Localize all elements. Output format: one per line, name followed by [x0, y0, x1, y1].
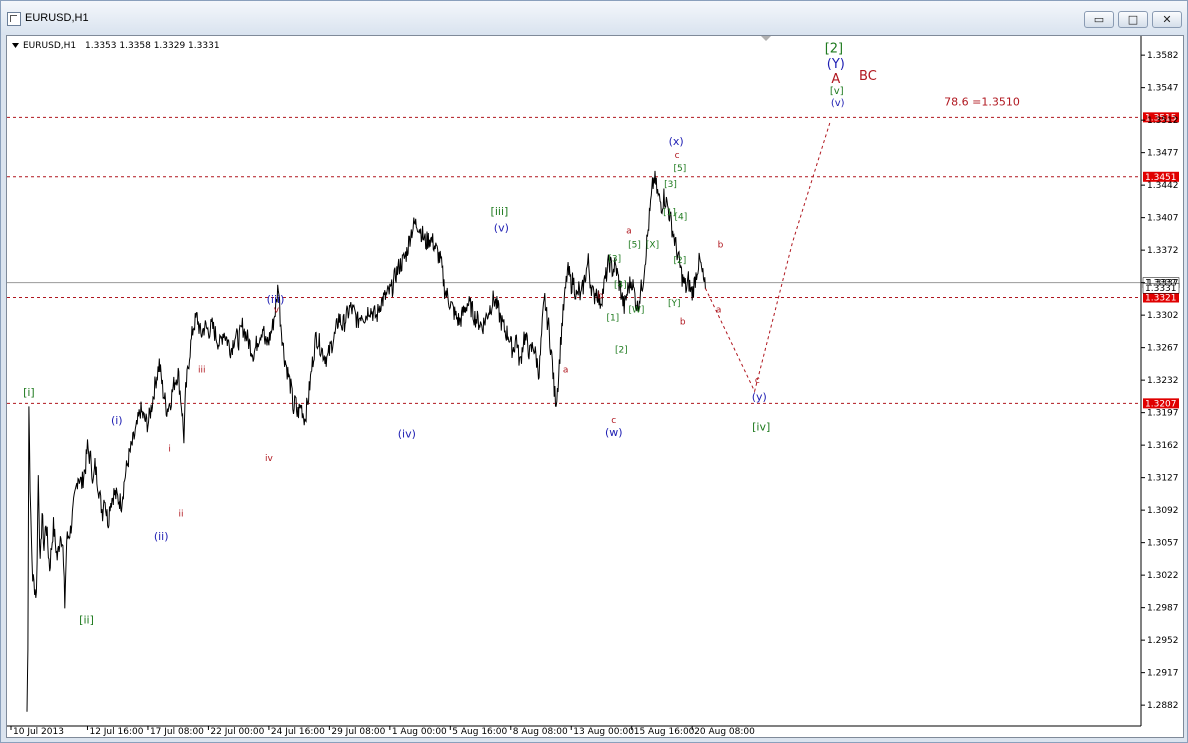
- restore-button[interactable]: □: [1118, 11, 1148, 28]
- wave-label: c: [611, 416, 616, 426]
- wave-label: b: [680, 317, 686, 327]
- wave-label: [4]: [614, 280, 627, 290]
- x-tick-label: 13 Aug 00:00: [573, 727, 634, 737]
- wave-label: b: [598, 291, 604, 301]
- wave-label: [Y]: [668, 299, 681, 309]
- y-tick-label: 1.2987: [1147, 604, 1179, 614]
- fib-label: 78.6 =1.3510: [944, 95, 1020, 108]
- wave-label: (x): [669, 135, 684, 148]
- y-tick-label: 1.3092: [1147, 506, 1179, 516]
- wave-label: c: [675, 151, 680, 161]
- wave-label: [3]: [608, 254, 621, 264]
- title-bar[interactable]: EURUSD,H1 ▭ □ ✕: [1, 1, 1187, 35]
- y-tick-label: 1.3302: [1147, 311, 1179, 321]
- wave-label: [1]: [606, 314, 619, 324]
- y-tick-label: 1.3162: [1147, 441, 1179, 451]
- y-tick-label: 1.3442: [1147, 181, 1179, 191]
- wave-label: a: [563, 366, 569, 376]
- wave-label: [5]: [674, 164, 687, 174]
- chart-shift-marker-icon[interactable]: [761, 36, 771, 41]
- wave-label: (w): [605, 426, 623, 439]
- wave-label: (v): [831, 98, 845, 109]
- wave-label: iii: [198, 366, 206, 376]
- y-tick-label: 1.3127: [1147, 474, 1179, 484]
- x-tick-label: 15 Aug 16:00: [634, 727, 695, 737]
- y-tick-label: 1.3582: [1147, 51, 1179, 61]
- wave-label: (ii): [154, 530, 169, 543]
- wave-label: [iv]: [752, 420, 770, 433]
- y-tick-label: 1.3372: [1147, 246, 1179, 256]
- projection-path: [704, 121, 831, 393]
- wave-label: [W]: [628, 305, 644, 315]
- x-tick-label: 20 Aug 08:00: [694, 727, 755, 737]
- wave-label: BC: [859, 69, 877, 84]
- chart-window: EURUSD,H1 ▭ □ ✕ 1.3515 1.3451 1.3321 1.3207…: [0, 0, 1188, 743]
- dropdown-triangle-icon[interactable]: [12, 43, 19, 48]
- wave-label: [i]: [23, 386, 35, 399]
- y-tick-label: 1.2917: [1147, 669, 1179, 679]
- x-tick-label: 10 Jul 2013: [13, 727, 64, 737]
- y-tick-label: 1.3407: [1147, 214, 1179, 224]
- x-tick-label: 22 Jul 00:00: [210, 727, 264, 737]
- wave-label: b: [718, 240, 724, 250]
- wave-label: [v]: [830, 86, 844, 97]
- chart-symbol: EURUSD,H1: [23, 41, 76, 51]
- x-tick-label: 1 Aug 00:00: [392, 727, 447, 737]
- wave-label: ii: [179, 510, 184, 520]
- wave-label: A: [831, 72, 840, 87]
- y-tick-label: 1.3477: [1147, 149, 1179, 159]
- y-tick-label: 1.3197: [1147, 409, 1179, 419]
- wave-label: (i): [111, 414, 123, 427]
- wave-label: [2]: [615, 345, 628, 355]
- y-tick-label: 1.3232: [1147, 376, 1179, 386]
- wave-label: a: [716, 305, 722, 315]
- wave-label: v: [274, 305, 280, 315]
- wave-label: [2]: [825, 41, 843, 56]
- y-tick-label: 1.3057: [1147, 539, 1179, 549]
- x-tick-label: 29 Jul 08:00: [331, 727, 385, 737]
- y-tick-label: 1.3547: [1147, 84, 1179, 94]
- price-chart[interactable]: 1.35151.34511.33211.32071.33371.3331 78.…: [7, 36, 1183, 737]
- minimize-button[interactable]: ▭: [1084, 11, 1114, 28]
- y-tick-label: 1.2882: [1147, 701, 1179, 711]
- wave-label: (iv): [398, 428, 416, 441]
- wave-label: [3]: [664, 180, 677, 190]
- wave-label: [X]: [646, 240, 659, 250]
- wave-label: (iii): [267, 293, 285, 306]
- y-tick-label: 1.3337: [1147, 279, 1179, 289]
- wave-label: (Y): [827, 57, 845, 72]
- y-tick-label: 1.3512: [1147, 116, 1179, 126]
- wave-label: [4]: [674, 213, 687, 223]
- wave-label: iv: [265, 454, 274, 464]
- y-tick-label: 1.2952: [1147, 636, 1179, 646]
- chart-window-icon: [7, 12, 21, 26]
- wave-label: [5]: [628, 240, 641, 250]
- wave-label: (v): [494, 222, 509, 235]
- price-series-line: [26, 170, 706, 712]
- chart-area[interactable]: 1.35151.34511.33211.32071.33371.3331 78.…: [6, 35, 1184, 738]
- wave-label: a: [626, 226, 632, 236]
- x-tick-label: 8 Aug 08:00: [513, 727, 568, 737]
- x-tick-label: 12 Jul 16:00: [89, 727, 143, 737]
- wave-label: i: [168, 445, 171, 455]
- close-button[interactable]: ✕: [1152, 11, 1182, 28]
- wave-label: [iii]: [491, 205, 509, 218]
- y-tick-label: 1.3267: [1147, 344, 1179, 354]
- wave-label: [2]: [674, 256, 687, 266]
- y-tick-label: 1.3022: [1147, 571, 1179, 581]
- window-title: EURUSD,H1: [25, 12, 89, 24]
- chart-ohlc: 1.3353 1.3358 1.3329 1.3331: [85, 41, 220, 51]
- level-price-label: 1.3321: [1145, 294, 1177, 304]
- wave-label: (y): [752, 391, 767, 404]
- x-tick-label: 5 Aug 16:00: [452, 727, 507, 737]
- x-tick-label: 24 Jul 16:00: [271, 727, 325, 737]
- x-tick-label: 17 Jul 08:00: [150, 727, 204, 737]
- wave-label: [ii]: [79, 613, 94, 626]
- wave-label: c: [755, 376, 760, 386]
